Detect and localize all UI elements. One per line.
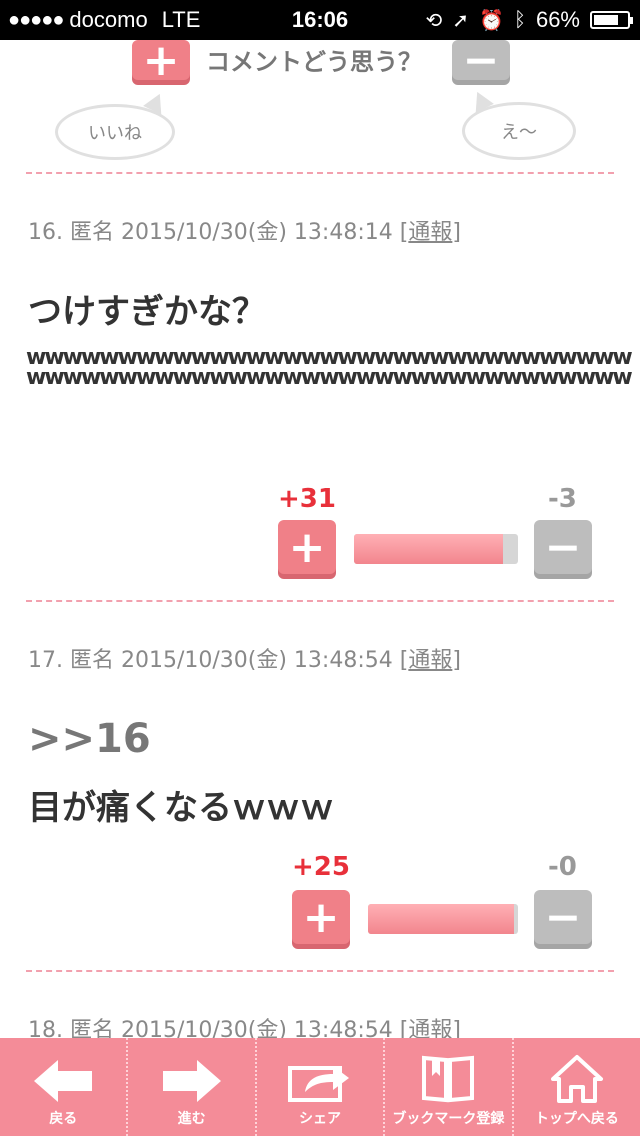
bottom-toolbar: 戻る 進む シェア ブックマーク登録 トップへ戻る (0, 1038, 640, 1136)
vote-ratio-fill (354, 534, 504, 564)
divider (26, 970, 614, 972)
back-arrow-icon (34, 1060, 93, 1102)
reply-anchor-link[interactable]: >>16 (28, 716, 151, 762)
divider (26, 172, 614, 174)
plus-count: +25 (292, 852, 350, 882)
vote-ratio-bar (354, 534, 518, 564)
forward-label: 進む (177, 1111, 206, 1127)
plus-button[interactable]: + (292, 890, 350, 944)
comment-meta: 17. 匿名 2015/10/30(金) 13:48:54 [通報] (28, 648, 461, 673)
rotation-lock-icon: ⟲ (425, 9, 443, 32)
comment-header: 16. 匿名 2015/10/30(金) 13:48:14 (28, 220, 393, 245)
home-icon (550, 1055, 603, 1103)
report-link[interactable]: 通報 (408, 648, 452, 673)
comment-vote-header: + コメントどう思う？ − いいね え〜 (0, 35, 640, 170)
forward-button[interactable]: 進む (128, 1038, 257, 1136)
battery-percent: 66% (535, 7, 580, 32)
vote-question: コメントどう思う？ (206, 48, 422, 76)
comment-title: 目が痛くなるｗｗｗ (28, 788, 334, 828)
share-icon (288, 1066, 350, 1102)
go-top-button[interactable]: トップへ戻る (514, 1038, 640, 1136)
vote-ratio-bar (368, 904, 518, 934)
bookmark-book-icon (422, 1055, 475, 1103)
back-label: 戻る (49, 1111, 78, 1127)
minus-button[interactable]: − (534, 520, 592, 574)
minus-button[interactable]: − (534, 890, 592, 944)
forward-arrow-icon (162, 1060, 221, 1102)
back-button[interactable]: 戻る (0, 1038, 129, 1136)
comment-body: wwwwwwwwwwwwwwwwwwwwwwwwwwwwwwwwwwwwwwww… (26, 348, 633, 388)
bluetooth-icon: ᛒ (513, 8, 526, 31)
like-bubble: いいね (55, 104, 175, 160)
alarm-icon: ⏰ (479, 9, 504, 32)
divider (26, 600, 614, 602)
share-button[interactable]: シェア (257, 1038, 386, 1136)
status-bar: ●●●●● docomo LTE 16:06 ⟲ ➚ ⏰ ᛒ 66% (0, 0, 640, 40)
battery-icon (590, 11, 633, 29)
share-label: シェア (299, 1111, 342, 1127)
comment-title: つけすぎかな？ (28, 292, 266, 332)
dislike-minus-button[interactable]: − (452, 35, 510, 86)
plus-count: +31 (278, 484, 336, 514)
comment-header: 17. 匿名 2015/10/30(金) 13:48:54 (28, 648, 393, 673)
minus-count: -3 (548, 484, 577, 514)
like-plus-button[interactable]: + (132, 35, 190, 86)
minus-count: -0 (548, 852, 577, 882)
location-icon: ➚ (452, 9, 470, 32)
bookmark-button[interactable]: ブックマーク登録 (385, 1038, 514, 1136)
report-link[interactable]: 通報 (408, 220, 452, 245)
go-top-label: トップへ戻る (534, 1111, 619, 1127)
comment-meta: 16. 匿名 2015/10/30(金) 13:48:14 [通報] (28, 220, 461, 245)
bookmark-label: ブックマーク登録 (392, 1111, 505, 1127)
vote-ratio-fill (368, 904, 514, 934)
plus-button[interactable]: + (278, 520, 336, 574)
eh-bubble: え〜 (462, 102, 576, 160)
